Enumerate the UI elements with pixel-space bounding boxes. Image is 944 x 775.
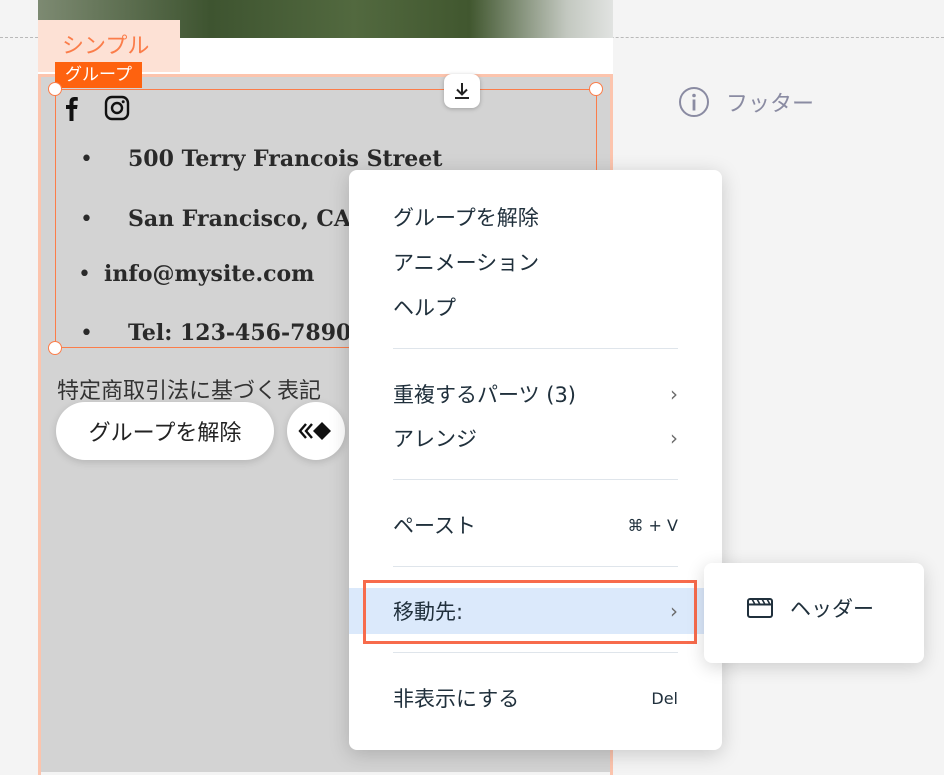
chevron-right-icon: › (670, 382, 678, 406)
menu-item-overlapping-parts[interactable]: 重複するパーツ (3) › (393, 374, 678, 414)
resize-handle-top-right[interactable] (589, 82, 603, 96)
address-line-tel: Tel: 123-456-7890 (128, 320, 352, 346)
menu-divider (393, 348, 678, 349)
ungroup-button[interactable]: グループを解除 (56, 402, 274, 460)
submenu-item-header[interactable]: ヘッダー (746, 593, 874, 623)
footer-label-text: フッター (726, 92, 815, 117)
download-button[interactable] (444, 74, 480, 108)
group-tag: グループ (55, 62, 142, 88)
shortcut-paste: ⌘ + V (627, 515, 678, 535)
address-line-street: 500 Terry Francois Street (128, 146, 443, 172)
resize-handle-bottom-left[interactable] (48, 341, 62, 355)
menu-item-arrange[interactable]: アレンジ › (393, 418, 678, 458)
move-to-highlight-border (363, 580, 697, 644)
menu-divider (393, 566, 678, 567)
animation-button[interactable] (287, 402, 345, 460)
download-icon (455, 83, 469, 99)
list-bullet: • (80, 321, 93, 346)
address-line-email: info@mysite.com (104, 261, 315, 287)
legal-notice-text: 特定商取引法に基づく表記 (57, 379, 322, 404)
header-section-icon (747, 598, 773, 618)
animation-icon (298, 422, 331, 440)
list-bullet: • (80, 147, 93, 172)
footer-section-label: フッター (678, 86, 814, 118)
info-icon[interactable] (678, 86, 710, 118)
menu-item-paste[interactable]: ペースト ⌘ + V (393, 505, 678, 545)
menu-item-hide[interactable]: 非表示にする Del (393, 678, 678, 718)
facebook-icon[interactable] (62, 95, 80, 121)
context-menu: グループを解除 アニメーション ヘルプ 重複するパーツ (3) › アレンジ ›… (349, 170, 722, 750)
instagram-icon[interactable] (104, 95, 130, 121)
move-to-submenu: ヘッダー (704, 563, 924, 663)
chevron-right-icon: › (670, 426, 678, 450)
resize-handle-top-left[interactable] (48, 82, 62, 96)
list-bullet: • (78, 262, 91, 287)
shortcut-delete: Del (651, 688, 678, 708)
menu-item-ungroup[interactable]: グループを解除 (393, 197, 678, 237)
menu-divider (393, 479, 678, 480)
menu-divider (393, 652, 678, 653)
list-bullet: • (80, 207, 93, 232)
menu-item-animation[interactable]: アニメーション (393, 242, 678, 282)
menu-item-help[interactable]: ヘルプ (393, 287, 678, 327)
